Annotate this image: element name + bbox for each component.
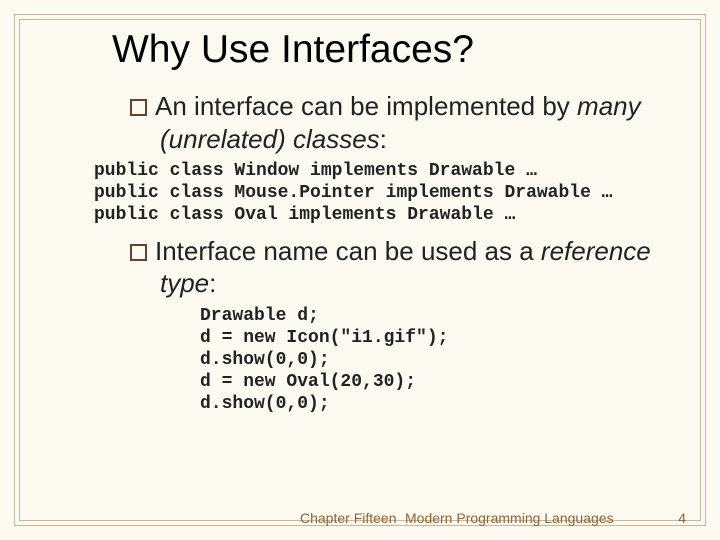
- bullet-1: An interface can be implemented by many …: [130, 90, 680, 155]
- bullet-2-tail: :: [209, 268, 216, 298]
- slide: Why Use Interfaces? An interface can be …: [0, 0, 720, 540]
- bullet-1-lead: An: [155, 91, 187, 121]
- bullet-box-icon: [130, 244, 147, 261]
- code-block-1: public class Window implements Drawable …: [94, 161, 680, 227]
- bullet-1-rest: interface can be implemented by: [187, 91, 577, 121]
- bullet-2-lead: Interface: [155, 236, 256, 266]
- content-area: Why Use Interfaces? An interface can be …: [40, 28, 680, 422]
- slide-title: Why Use Interfaces?: [40, 28, 680, 72]
- bullet-box-icon: [130, 99, 147, 116]
- code-block-2: Drawable d; d = new Icon("i1.gif"); d.sh…: [200, 306, 680, 416]
- footer-book: Modern Programming Languages: [405, 510, 614, 526]
- bullet-1-tail: :: [380, 124, 387, 154]
- footer-chapter: Chapter Fifteen: [300, 510, 397, 526]
- footer-page: 4: [678, 510, 686, 526]
- bullet-2: Interface name can be used as a referenc…: [130, 235, 680, 300]
- bullet-2-rest: name can be used as a: [256, 236, 541, 266]
